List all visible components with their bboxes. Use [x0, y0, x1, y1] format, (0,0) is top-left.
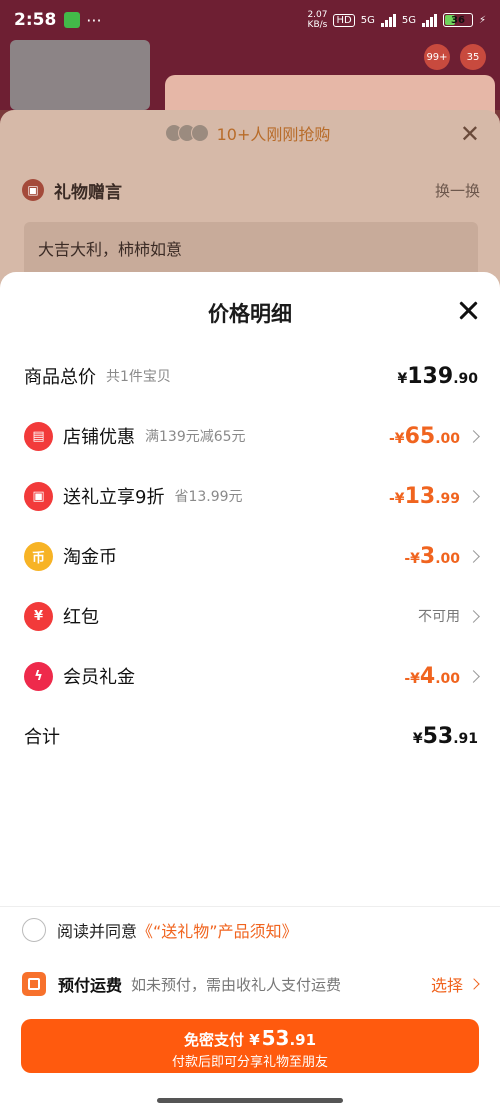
sheet-title: 价格明细	[208, 302, 292, 326]
discount-value: -¥ 4.00	[404, 663, 460, 689]
signal-icon	[380, 13, 396, 27]
chevron-right-icon	[467, 609, 480, 623]
home-indicator[interactable]	[157, 1098, 343, 1103]
signal-label-2: 5G	[401, 14, 416, 26]
shipping-icon	[22, 972, 46, 996]
coin-icon: 币	[24, 541, 53, 571]
signal-label-1: 5G	[360, 14, 375, 26]
total-price-sub: 共1件宝贝	[106, 369, 171, 385]
cart-badge: 99+	[424, 44, 450, 70]
discount-label: 店铺优惠	[63, 427, 135, 448]
discount-row-member[interactable]: ϟ 会员礼金 -¥ 4.00	[24, 658, 480, 694]
shipping-title: 预付运费	[58, 976, 123, 995]
shipping-select-button[interactable]: 选择	[431, 972, 480, 996]
discount-label: 送礼立享9折	[63, 487, 165, 508]
lightning-icon: ϟ	[24, 661, 53, 691]
background-close-icon: ✕	[459, 120, 480, 148]
promo-text: 10+人刚刚抢购	[216, 125, 331, 144]
battery-icon: 36	[442, 13, 473, 27]
sum-label: 合计	[24, 727, 60, 748]
chevron-right-icon	[468, 978, 480, 990]
pay-button-main: 免密支付 ¥53.91	[183, 1026, 317, 1050]
close-icon[interactable]	[458, 300, 478, 320]
gift-title: 礼物赠言	[54, 182, 122, 203]
discount-row-red-envelope[interactable]: ¥ 红包 不可用	[24, 598, 480, 634]
discount-row-shop[interactable]: ▤ 店铺优惠 满139元减65元 -¥ 65.00	[24, 418, 480, 454]
discount-value: -¥ 3.00	[404, 543, 460, 569]
promo-banner: 10+人刚刚抢购	[0, 110, 500, 156]
total-price-label: 商品总价	[24, 367, 96, 388]
prepaid-shipping-row: 预付运费 如未预付，需由收礼人支付运费 选择	[22, 970, 480, 998]
count-badge: 35	[460, 44, 486, 70]
pay-button-sub: 付款后即可分享礼物至朋友	[171, 1055, 328, 1070]
discount-label: 淘金币	[63, 547, 117, 568]
sum-value: ¥53.91	[412, 723, 478, 749]
status-bar: 2:58 ··· 2.07 KB/s HD 5G 5G 36 ⚡	[0, 0, 500, 40]
gift-message-header: ▣ 礼物赠言 换一换	[22, 176, 480, 204]
unavailable-text: 不可用	[418, 609, 460, 625]
discount-value: -¥ 13.99	[389, 483, 460, 509]
discount-label: 红包	[63, 607, 99, 628]
agreement-row: 阅读并同意 《“送礼物”产品须知》	[22, 918, 298, 942]
chevron-right-icon	[467, 549, 480, 563]
chevron-right-icon	[467, 489, 480, 503]
agreement-checkbox[interactable]	[22, 918, 46, 942]
buyer-avatars	[164, 124, 209, 142]
discount-sub: 满139元减65元	[145, 429, 246, 445]
discount-value: -¥ 65.00	[389, 423, 460, 449]
discount-row-gift[interactable]: ▣ 送礼立享9折 省13.99元 -¥ 13.99	[24, 478, 480, 514]
app-notification-icon	[64, 12, 81, 28]
discount-row-coin[interactable]: 币 淘金币 -¥ 3.00	[24, 538, 480, 574]
total-price-value: ¥139.90	[397, 363, 479, 389]
gift-icon: ▣	[22, 179, 44, 201]
more-notifications-icon: ···	[86, 10, 102, 30]
shop-icon: ▤	[24, 421, 53, 451]
total-price-row: 商品总价 共1件宝贝 ¥139.90	[24, 358, 478, 394]
agreement-link[interactable]: 《“送礼物”产品须知》	[137, 918, 298, 942]
discount-sub: 省13.99元	[174, 489, 243, 505]
gift-icon: ▣	[24, 481, 53, 511]
signal-icon-2	[421, 13, 437, 27]
background-product-image	[10, 40, 150, 110]
pay-button[interactable]: 免密支付 ¥53.91 付款后即可分享礼物至朋友	[21, 1019, 479, 1073]
swap-button: 换一换	[434, 181, 480, 200]
divider	[0, 906, 500, 907]
status-time: 2:58	[14, 10, 57, 30]
network-speed: 2.07 KB/s	[307, 10, 328, 30]
shipping-desc: 如未预付，需由收礼人支付运费	[131, 975, 342, 994]
agreement-prefix: 阅读并同意	[57, 922, 138, 941]
red-envelope-icon: ¥	[24, 601, 53, 631]
discount-label: 会员礼金	[63, 667, 135, 688]
chevron-right-icon	[467, 669, 480, 683]
sum-row: 合计 ¥53.91	[24, 718, 478, 754]
charging-icon: ⚡	[478, 14, 486, 26]
hd-icon: HD	[333, 13, 355, 27]
chevron-right-icon	[467, 429, 480, 443]
